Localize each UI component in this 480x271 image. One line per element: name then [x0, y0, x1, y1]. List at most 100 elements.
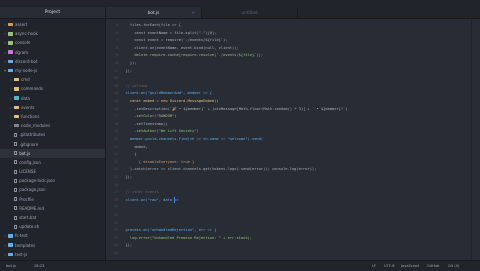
tree-folder-item[interactable]: › data — [0, 94, 105, 103]
tree-file-item[interactable]: package-lock.json — [0, 176, 105, 185]
tree-file-item[interactable]: README.md — [0, 204, 105, 213]
folder-icon — [14, 96, 19, 100]
tree-view[interactable]: Project › assert › async-hook › console › dgram… — [0, 7, 106, 260]
folder-icon — [14, 77, 19, 82]
tree-folder-item[interactable]: › fs-test — [0, 231, 105, 240]
cursor-position-label: 28:23 — [34, 264, 45, 268]
tree-item-label: package.json — [19, 187, 46, 193]
text-cursor — [174, 196, 175, 203]
tree-item-label: my-node-js — [15, 68, 38, 74]
tree-file-item[interactable]: LICENSE — [0, 167, 105, 176]
tree-file-item[interactable]: bot.js — [0, 148, 105, 158]
tree-folder-item[interactable]: › discord-bot — [0, 57, 105, 66]
tree-folder-item[interactable]: › functions — [0, 112, 105, 121]
tree-item-label: cmd — [21, 77, 30, 83]
file-icon — [14, 187, 18, 192]
folder-icon — [14, 114, 19, 119]
tree-folder-item[interactable]: › commands — [0, 84, 105, 93]
tree-folder-item[interactable]: ▾ my-node-js — [0, 66, 105, 75]
tab-bot-js[interactable]: bot.js × — [106, 7, 202, 18]
tree-item-label: LICENSE — [19, 169, 36, 175]
file-tree[interactable]: › assert › async-hook › console › dgram › discord… — [0, 19, 105, 260]
tree-item-label: README.md — [19, 205, 44, 211]
folder-icon — [8, 59, 13, 64]
file-icon — [14, 160, 18, 165]
tree-file-item[interactable]: .gitignore — [0, 139, 105, 148]
title-bar — [0, 0, 480, 7]
chevron-right-icon: › — [4, 251, 6, 257]
tree-folder-item[interactable]: › events — [0, 103, 105, 112]
tree-item-label: start.bat — [19, 215, 37, 221]
line-number: 20 — [114, 137, 118, 141]
line-number: 28 — [114, 197, 118, 202]
folder-icon — [14, 87, 19, 91]
tree-item-label: update.sh — [19, 224, 40, 230]
tree-folder-item[interactable]: › node_modules — [0, 121, 105, 130]
tree-item-label: dgram — [15, 49, 29, 55]
line-number: 29 — [114, 205, 118, 210]
tree-item-label: discord-bot — [15, 58, 38, 64]
line-number: 8 — [116, 45, 118, 50]
tab-untitled[interactable]: untitled — [202, 7, 298, 18]
tree-file-item[interactable]: config.json — [0, 158, 105, 167]
tree-item-label: test-js — [15, 251, 28, 257]
status-bar: bot.js 28:23 LF UTF-8 JavaScript GitHub … — [0, 260, 480, 271]
code-line[interactable]: client.on("raw", data => — [121, 196, 178, 204]
line-number: 18 — [114, 121, 118, 126]
github-label: GitHub — [427, 264, 440, 268]
chevron-right-icon: › — [4, 242, 6, 248]
folder-icon — [8, 68, 13, 73]
file-icon — [14, 206, 18, 211]
line-number: 26 — [114, 182, 118, 187]
tree-folder-item[interactable]: › console — [0, 38, 105, 47]
tree-folder-item[interactable]: › templates — [0, 241, 105, 250]
line-number: 5 — [116, 23, 118, 27]
code-line[interactable]: delete require.cache[require.resolve(`./… — [121, 51, 263, 59]
code-editor[interactable]: 5 6 7 8 9 10 11 12 13 14 15 16 17 18 19 20 21 22 23 24 25 26 2… — [106, 19, 480, 260]
editor-scrollbar[interactable] — [471, 19, 480, 260]
tree-file-item[interactable]: update.sh — [0, 222, 105, 231]
line-number: 22 — [114, 152, 118, 157]
folder-icon — [14, 105, 19, 110]
file-icon — [14, 169, 18, 174]
chevron-right-icon: › — [10, 123, 12, 129]
code-line[interactable]: }); — [121, 241, 132, 249]
file-icon — [14, 142, 18, 147]
tree-item-label: templates — [15, 242, 36, 248]
code-line[interactable]: }); — [121, 67, 132, 75]
code-line[interactable]: }); — [121, 173, 132, 181]
code-line[interactable]: ).catch(error => client.channels.get(tok… — [121, 165, 317, 173]
tree-item-label: node_modules — [21, 123, 51, 129]
tree-file-item[interactable]: Procfile — [0, 195, 105, 204]
tree-folder-item[interactable]: › cmd — [0, 75, 105, 84]
tree-folder-item[interactable]: › dgram — [0, 48, 105, 57]
file-icon — [14, 197, 18, 202]
tree-file-item[interactable]: .gitattributes — [0, 130, 105, 139]
tab-label: bot.js — [147, 10, 160, 15]
tree-item-label: config.json — [19, 159, 41, 165]
status-file-label: bot.js — [6, 264, 16, 268]
folder-icon — [8, 22, 13, 27]
tree-file-item[interactable]: package.json — [0, 185, 105, 194]
folder-icon — [14, 123, 19, 128]
code-line[interactable]: log.error("Unhandled Promise Rejection: … — [121, 234, 252, 242]
close-icon[interactable]: × — [192, 10, 195, 15]
folder-icon — [8, 41, 13, 45]
tree-item-label: fs-test — [15, 233, 28, 239]
tree-folder-item[interactable]: › assert — [0, 20, 105, 29]
tree-view-header[interactable]: Project — [0, 7, 105, 19]
tree-folder-item[interactable]: › async-hook — [0, 29, 105, 38]
chevron-right-icon: › — [4, 40, 6, 46]
tree-item-label: async-hook — [15, 31, 38, 37]
tree-folder-item[interactable]: › test-js — [0, 250, 105, 259]
line-number: 21 — [114, 144, 118, 149]
line-number: 31 — [114, 220, 118, 225]
folder-icon — [8, 32, 13, 36]
line-number: 24 — [114, 167, 118, 172]
line-number: 25 — [114, 175, 118, 179]
tree-file-item[interactable]: start.bat — [0, 213, 105, 222]
tree-view-title: Project — [44, 10, 61, 15]
chevron-right-icon: › — [10, 95, 12, 101]
line-number: 32 — [114, 228, 118, 233]
folder-icon — [8, 234, 13, 238]
